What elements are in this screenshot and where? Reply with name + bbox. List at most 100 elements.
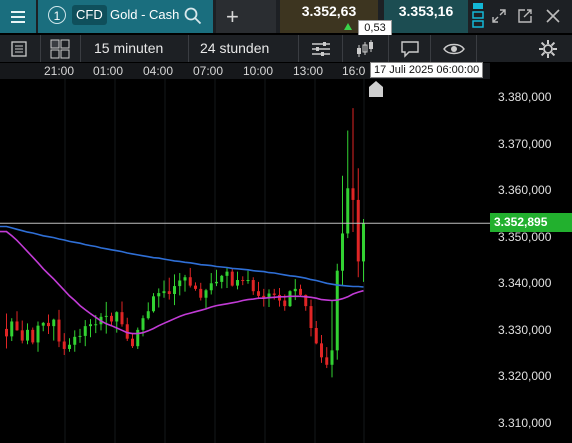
resize-icon[interactable] bbox=[492, 9, 506, 23]
instrument-name[interactable]: Gold - Cash bbox=[110, 5, 179, 25]
candle-body bbox=[309, 306, 313, 328]
candle-body bbox=[178, 280, 182, 287]
instrument-type-badge: CFD bbox=[72, 5, 107, 25]
candle-body bbox=[173, 286, 176, 294]
price-tick-label: 3.340,000 bbox=[498, 276, 552, 291]
window-controls bbox=[470, 0, 572, 33]
candle-body bbox=[293, 288, 297, 292]
candle-body bbox=[136, 329, 140, 347]
candle-body bbox=[157, 293, 161, 297]
candle-body bbox=[83, 326, 87, 336]
candle-body bbox=[241, 280, 245, 282]
candle-body bbox=[167, 291, 171, 294]
candle-body bbox=[346, 188, 350, 234]
price-tick-label: 3.370,000 bbox=[498, 136, 552, 151]
candle-body bbox=[246, 280, 250, 282]
candle-body bbox=[220, 275, 224, 282]
toolbar-divider bbox=[430, 35, 431, 62]
candle-body bbox=[299, 288, 302, 295]
candle-body bbox=[162, 291, 166, 294]
toolbar-divider bbox=[342, 35, 343, 62]
close-icon[interactable] bbox=[546, 9, 560, 23]
candle-body bbox=[356, 199, 360, 262]
candle-body bbox=[78, 335, 82, 337]
candle-body bbox=[335, 270, 339, 351]
candle-body bbox=[110, 315, 113, 322]
range-selector[interactable]: 24 stunden bbox=[200, 40, 269, 56]
candle-body bbox=[131, 338, 134, 347]
candle-body bbox=[120, 312, 124, 325]
toolbar-divider bbox=[40, 35, 41, 62]
moving-average-blue-line bbox=[0, 225, 364, 288]
indicators-icon[interactable] bbox=[311, 40, 331, 58]
price-axis bbox=[490, 79, 572, 443]
candle-body bbox=[20, 330, 24, 341]
plus-icon: + bbox=[226, 4, 239, 29]
candle-body bbox=[188, 277, 192, 286]
candle-body bbox=[325, 357, 329, 365]
chart-toolbar bbox=[0, 35, 572, 62]
toolbar-divider bbox=[298, 35, 299, 62]
search-icon[interactable] bbox=[184, 7, 202, 25]
price-chart[interactable] bbox=[0, 79, 490, 443]
candle-body bbox=[89, 324, 92, 327]
eye-icon[interactable] bbox=[443, 41, 465, 57]
candle-body bbox=[36, 325, 40, 343]
time-label: 04:00 bbox=[143, 64, 174, 78]
candle-body bbox=[194, 285, 197, 289]
time-label: 07:00 bbox=[193, 64, 224, 78]
toolbar-divider bbox=[188, 35, 189, 62]
candle-body bbox=[104, 315, 108, 317]
candle-body bbox=[5, 328, 8, 337]
candle-body bbox=[236, 280, 239, 286]
candlestick-series bbox=[5, 108, 365, 378]
layout-icon[interactable] bbox=[50, 39, 70, 59]
candle-body bbox=[341, 233, 344, 271]
candle-body bbox=[320, 343, 323, 358]
candle-body bbox=[52, 319, 56, 327]
candle-body bbox=[225, 271, 229, 276]
candle-body bbox=[209, 283, 213, 291]
candle-body bbox=[272, 293, 276, 295]
candle-body bbox=[41, 322, 45, 326]
candle-body bbox=[204, 290, 208, 298]
popout-icon[interactable] bbox=[518, 9, 532, 23]
time-label: 16:0 bbox=[342, 64, 366, 78]
add-instrument-button[interactable]: + bbox=[216, 0, 276, 33]
candle-body bbox=[251, 280, 255, 292]
candle-body bbox=[183, 277, 187, 281]
last-price-label: 3.352,895 bbox=[490, 213, 572, 232]
price-tick-label: 3.320,000 bbox=[498, 369, 552, 384]
candle-body bbox=[26, 329, 29, 341]
time-label: 13:00 bbox=[293, 64, 324, 78]
bid-price: 3.352,63 bbox=[301, 3, 357, 19]
candle-body bbox=[94, 324, 98, 326]
ask-price-box[interactable]: 3.353,16 bbox=[384, 0, 468, 33]
candle-body bbox=[68, 344, 71, 349]
candle-body bbox=[330, 350, 334, 365]
panel-layout-icon[interactable] bbox=[472, 2, 484, 32]
list-icon[interactable] bbox=[10, 40, 28, 58]
candle-body bbox=[31, 329, 35, 343]
menu-button[interactable] bbox=[0, 0, 36, 33]
candle-body bbox=[278, 294, 281, 301]
hamburger-icon bbox=[11, 15, 25, 18]
candle-body bbox=[115, 312, 119, 322]
candle-body bbox=[215, 281, 218, 284]
crosshair-time-tooltip: 17 Juli 2025 06:00:00 bbox=[370, 62, 484, 78]
time-label: 01:00 bbox=[93, 64, 124, 78]
time-label: 10:00 bbox=[243, 64, 274, 78]
candle-body bbox=[57, 319, 61, 342]
candle-body bbox=[62, 341, 66, 349]
comment-icon[interactable] bbox=[400, 40, 420, 58]
candle-body bbox=[47, 322, 50, 327]
spread-value: 0,53 bbox=[358, 20, 392, 36]
candle-body bbox=[351, 188, 355, 200]
candle-body bbox=[73, 336, 77, 345]
candle-body bbox=[257, 291, 260, 296]
candle-body bbox=[362, 223, 365, 262]
settings-icon[interactable] bbox=[538, 39, 558, 59]
ask-price: 3.353,16 bbox=[398, 3, 454, 19]
interval-selector[interactable]: 15 minuten bbox=[94, 40, 163, 56]
candles-icon[interactable] bbox=[355, 39, 375, 59]
